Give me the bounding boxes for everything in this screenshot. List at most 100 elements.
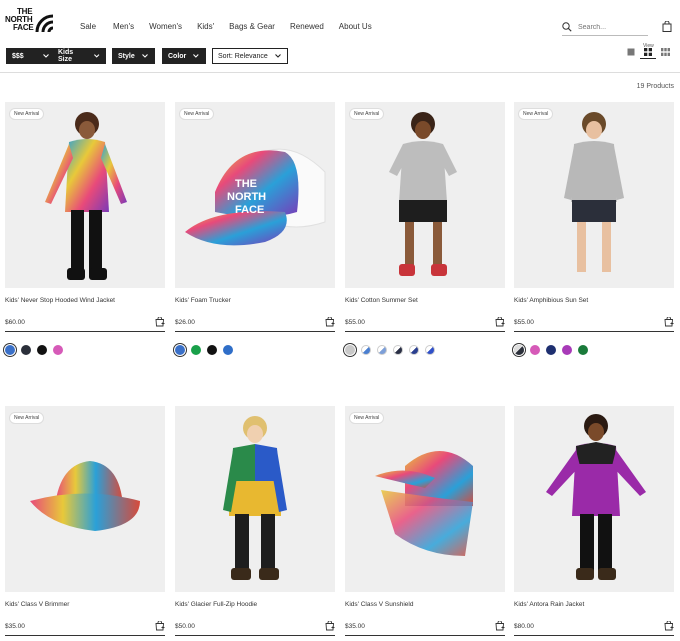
dense-grid-view-icon[interactable]: [661, 48, 670, 56]
color-swatch[interactable]: [546, 345, 556, 355]
add-to-cart-icon[interactable]: [495, 621, 505, 631]
color-swatch[interactable]: [578, 345, 588, 355]
filter-kids-size[interactable]: Kids Size: [52, 48, 106, 64]
logo-line-3: FACE: [13, 23, 34, 32]
product-divider: [514, 331, 674, 332]
search-input[interactable]: [578, 21, 646, 34]
color-swatch[interactable]: [393, 345, 403, 355]
product-card[interactable]: Kids' Antora Rain Jacket $80.00: [514, 406, 674, 641]
color-swatch[interactable]: [514, 345, 524, 355]
product-image[interactable]: New Arrival: [514, 102, 674, 288]
product-name[interactable]: Kids' Antora Rain Jacket: [514, 601, 584, 608]
color-swatch[interactable]: [191, 345, 201, 355]
filter-kids-size-label: Kids Size: [58, 49, 74, 63]
product-price: $26.00: [175, 319, 195, 326]
color-swatch[interactable]: [345, 345, 355, 355]
sort-label: Sort: Relevance: [218, 52, 268, 60]
color-swatches: [514, 345, 588, 355]
product-image[interactable]: New Arrival: [5, 406, 165, 592]
search-icon[interactable]: [562, 22, 572, 32]
rain-jacket-image: [546, 414, 646, 580]
product-price: $50.00: [175, 623, 195, 630]
add-to-cart-icon[interactable]: [325, 317, 335, 327]
nav-item-kids[interactable]: Kids': [197, 22, 214, 31]
color-swatch[interactable]: [21, 345, 31, 355]
product-price: $35.00: [345, 623, 365, 630]
nav-item-mens[interactable]: Men's: [113, 22, 134, 31]
nav-item-sale[interactable]: Sale: [80, 22, 96, 31]
add-to-cart-icon[interactable]: [664, 621, 674, 631]
product-card[interactable]: New Arrival Kids' Never Stop Hooded Wind…: [5, 102, 165, 362]
add-to-cart-icon[interactable]: [155, 621, 165, 631]
color-swatch[interactable]: [377, 345, 387, 355]
color-swatch[interactable]: [425, 345, 435, 355]
foam-trucker-hat-image: THE NORTH FACE: [185, 148, 326, 246]
brand-logo[interactable]: THE NORTH FACE: [5, 8, 53, 32]
sort-dropdown[interactable]: Sort: Relevance: [212, 48, 288, 64]
color-swatch[interactable]: [361, 345, 371, 355]
color-swatch[interactable]: [53, 345, 63, 355]
new-arrival-badge: New Arrival: [179, 108, 215, 120]
product-name[interactable]: Kids' Cotton Summer Set: [345, 297, 418, 304]
nav-item-womens[interactable]: Women's: [149, 22, 182, 31]
add-to-cart-icon[interactable]: [155, 317, 165, 327]
single-column-view-icon[interactable]: [627, 48, 635, 56]
product-divider: [175, 635, 335, 636]
nav-item-bags-gear[interactable]: Bags & Gear: [229, 22, 275, 31]
product-price: $35.00: [5, 623, 25, 630]
product-name[interactable]: Kids' Class V Sunshield: [345, 601, 413, 608]
filter-price-label: $$$: [12, 52, 24, 60]
product-card[interactable]: New Arrival Kids' Cotton Summer Set $55.…: [345, 102, 505, 362]
product-name[interactable]: Kids' Amphibious Sun Set: [514, 297, 588, 304]
color-swatch[interactable]: [223, 345, 233, 355]
color-swatch[interactable]: [37, 345, 47, 355]
filter-color[interactable]: Color: [162, 48, 206, 64]
filter-price[interactable]: $$$: [6, 48, 56, 64]
product-card[interactable]: New Arrival Kids' Class V Sunshield $35.…: [345, 406, 505, 641]
product-name[interactable]: Kids' Never Stop Hooded Wind Jacket: [5, 297, 115, 304]
chevron-down-icon: [93, 54, 99, 58]
color-swatches: [5, 345, 63, 355]
view-active-indicator: [640, 58, 656, 59]
shopping-bag-icon[interactable]: [662, 21, 672, 32]
product-card[interactable]: New Arrival Kids' Amphibious Sun Set $55…: [514, 102, 674, 362]
full-zip-hoodie-image: [223, 416, 287, 580]
add-to-cart-icon[interactable]: [325, 621, 335, 631]
product-divider: [345, 331, 505, 332]
search-box: [562, 20, 648, 36]
product-card[interactable]: New Arrival Kids' Class V Brimmer $35.00: [5, 406, 165, 641]
product-card[interactable]: THE NORTH FACE New Arrival Kids' Foam Tr…: [175, 102, 335, 362]
chevron-down-icon: [193, 54, 199, 58]
filter-style[interactable]: Style: [112, 48, 155, 64]
product-image[interactable]: New Arrival: [5, 102, 165, 288]
filter-color-label: Color: [168, 52, 187, 60]
color-swatches: [345, 345, 435, 355]
color-swatch[interactable]: [562, 345, 572, 355]
brimmer-hat-image: [30, 461, 140, 531]
product-name[interactable]: Kids' Glacier Full-Zip Hoodie: [175, 601, 257, 608]
product-image[interactable]: [514, 406, 674, 592]
color-swatch[interactable]: [5, 345, 15, 355]
nav-item-renewed[interactable]: Renewed: [290, 22, 324, 31]
product-image[interactable]: THE NORTH FACE New Arrival: [175, 102, 335, 288]
nav-item-about-us[interactable]: About Us: [339, 22, 372, 31]
grid-view-icon[interactable]: [644, 48, 652, 56]
color-swatch[interactable]: [207, 345, 217, 355]
color-swatch[interactable]: [409, 345, 419, 355]
products-count: 19 Products: [636, 83, 674, 90]
color-swatch[interactable]: [530, 345, 540, 355]
product-image[interactable]: [175, 406, 335, 592]
product-name[interactable]: Kids' Class V Brimmer: [5, 601, 69, 608]
product-image[interactable]: New Arrival: [345, 102, 505, 288]
chevron-down-icon: [142, 54, 148, 58]
add-to-cart-icon[interactable]: [664, 317, 674, 327]
product-name[interactable]: Kids' Foam Trucker: [175, 297, 231, 304]
sunshield-hat-image: [375, 451, 473, 556]
product-card[interactable]: Kids' Glacier Full-Zip Hoodie $50.00: [175, 406, 335, 641]
product-image[interactable]: New Arrival: [345, 406, 505, 592]
color-swatch[interactable]: [175, 345, 185, 355]
add-to-cart-icon[interactable]: [495, 317, 505, 327]
site-header: THE NORTH FACE Sale Men's Women's Kids' …: [0, 0, 680, 44]
product-divider: [5, 331, 165, 332]
new-arrival-badge: New Arrival: [9, 108, 45, 120]
